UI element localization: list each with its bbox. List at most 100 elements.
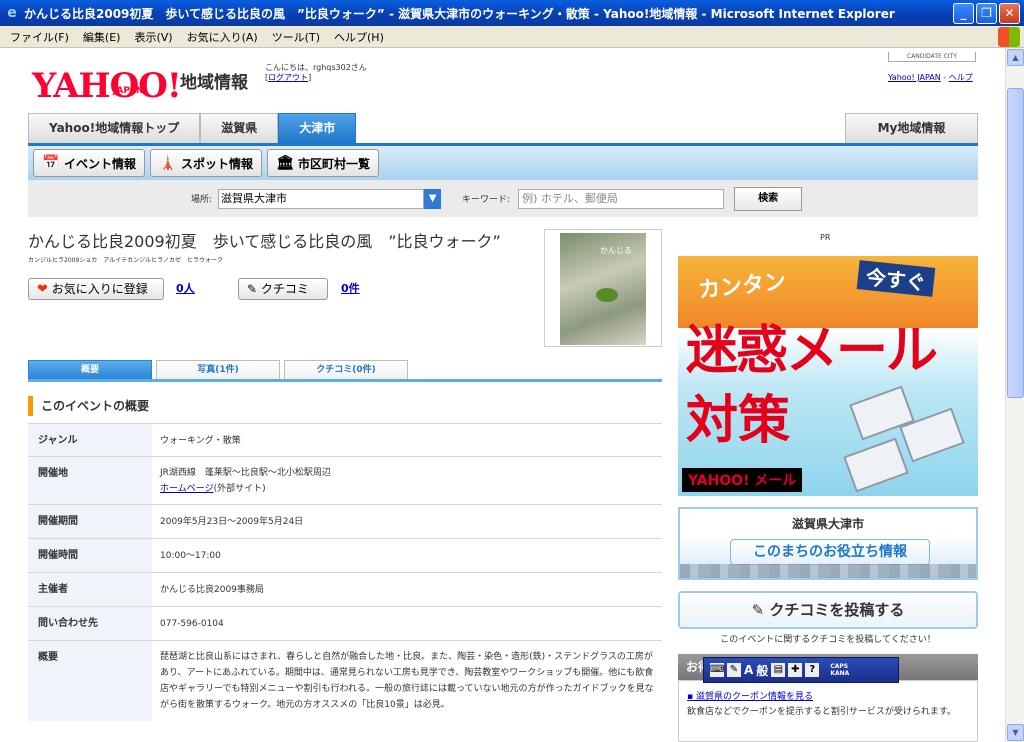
- kuchikomi-button[interactable]: ✎ クチコミ: [238, 278, 328, 300]
- breadcrumb-top[interactable]: Yahoo!地域情報トップ: [28, 113, 201, 143]
- municipality-list-button[interactable]: 🏛 市区町村一覧: [267, 149, 380, 177]
- yahoo-japan-link[interactable]: Yahoo! JAPAN: [888, 73, 941, 82]
- maximize-button[interactable]: ❐: [976, 2, 997, 24]
- ime-pad-icon[interactable]: ✎: [727, 663, 741, 677]
- event-info-button[interactable]: 📅 イベント情報: [33, 149, 146, 177]
- chevron-down-icon[interactable]: ▼: [424, 188, 442, 209]
- banner-line-2: 今すぐ: [856, 260, 936, 297]
- table-row: 主催者 かんじる比良2009事務局: [28, 573, 662, 607]
- tools-icon[interactable]: ✚: [788, 663, 803, 677]
- coupon-link[interactable]: ▪ 滋賀県のクーポン情報を見る: [687, 689, 813, 702]
- ime-toolbar[interactable]: ⌨ ✎ A 般 ▤ ✚ ? CAPS KANA: [703, 657, 899, 683]
- table-row: 概要 琵琶湖と比良山系にはさまれ、春らしと自然が融合した地・比良。また、陶芸・染…: [28, 641, 662, 721]
- city-info-box: 滋賀県大津市 このまちのお役立ち情報: [678, 507, 978, 580]
- spam-mail-banner[interactable]: カンタン 今すぐ 迷惑メール 対策 YAHOO! メール: [678, 256, 978, 496]
- ie-icon: e: [7, 5, 17, 21]
- city-title: 滋賀県大津市: [791, 517, 864, 531]
- dictionary-icon[interactable]: ▤: [771, 663, 786, 677]
- user-greeting: こんにちは、rghqs302さん [ログアウト]: [265, 63, 367, 82]
- deals-box: ▪ 滋賀県のクーポン情報を見る 飲食店などでクーポンを提示すると割引サービスが受…: [678, 680, 978, 742]
- yahoo-logo-sub: JAPAN: [113, 86, 144, 96]
- help-link[interactable]: ヘルプ: [949, 73, 973, 82]
- close-button[interactable]: ✕: [999, 2, 1020, 24]
- keyword-label: キーワード:: [462, 195, 511, 205]
- post-kuchikomi-button[interactable]: ✎ クチコミを投稿する: [678, 591, 978, 629]
- poster-text: かんじる: [600, 246, 632, 255]
- event-title: かんじる比良2009初夏 歩いて感じる比良の風 ”比良ウォーク”: [28, 232, 501, 251]
- detail-value: 10:00〜17:00: [160, 551, 221, 561]
- tab-kuchikomi[interactable]: クチコミ(0件): [284, 360, 408, 380]
- page-viewport: CANDIDATE CITY YAHOO! JAPAN 地域情報 こんにちは、r…: [0, 48, 1005, 742]
- favorite-count-link[interactable]: 0人: [176, 280, 195, 296]
- scroll-up-arrow[interactable]: ▲: [1007, 49, 1024, 66]
- vertical-scrollbar[interactable]: ▲ ▼: [1005, 48, 1024, 742]
- detail-value: ウォーキング・散策: [160, 436, 241, 446]
- ime-input-mode[interactable]: A: [744, 663, 753, 677]
- menu-bar: ファイル(F) 編集(E) 表示(V) お気に入り(A) ツール(T) ヘルプ(…: [0, 26, 1024, 48]
- detail-value: 2009年5月23日〜2009年5月24日: [160, 517, 304, 527]
- menu-tools[interactable]: ツール(T): [272, 29, 320, 45]
- caps-kana-indicator: CAPS KANA: [830, 663, 849, 677]
- menu-help[interactable]: ヘルプ(H): [334, 29, 384, 45]
- menu-file[interactable]: ファイル(F): [10, 29, 69, 45]
- breadcrumb-otsu[interactable]: 大津市: [278, 113, 357, 143]
- my-region-tab[interactable]: My地域情報: [845, 113, 978, 143]
- building-icon: 🏛: [276, 155, 294, 171]
- poster-image: かんじる: [560, 233, 646, 345]
- detail-key: 開催地: [28, 457, 152, 504]
- help-icon[interactable]: ?: [805, 663, 820, 677]
- window-title: かんじる比良2009初夏 歩いて感じる比良の風 ”比良ウォーク” - 滋賀県大津…: [24, 6, 895, 21]
- event-tabs: 概要 写真(1件) クチコミ(0件): [28, 360, 408, 380]
- envelope-icon: [843, 437, 909, 493]
- city-useful-info-button[interactable]: このまちのお役立ち情報: [730, 539, 930, 565]
- table-row: 問い合わせ先 077-596-0104: [28, 607, 662, 641]
- caps-indicator: CAPS: [830, 663, 849, 670]
- event-poster[interactable]: かんじる: [544, 229, 662, 347]
- venue-text: JR湖西線 蓬莱駅〜比良駅〜北小松駅周辺: [160, 468, 331, 478]
- table-row: 開催時間 10:00〜17:00: [28, 539, 662, 573]
- place-label: 場所:: [191, 195, 213, 205]
- search-button[interactable]: 検索: [734, 186, 803, 211]
- add-favorite-button[interactable]: ❤ お気に入りに登録: [28, 278, 164, 300]
- menu-view[interactable]: 表示(V): [134, 29, 172, 45]
- homepage-link[interactable]: ホームページ: [160, 484, 214, 494]
- add-favorite-label: お気に入りに登録: [51, 282, 148, 296]
- post-kuchikomi-note: このイベントに関するクチコミを投稿してください！: [720, 635, 936, 645]
- candidate-city-tab[interactable]: CANDIDATE CITY: [888, 52, 976, 62]
- detail-value: JR湖西線 蓬莱駅〜比良駅〜北小松駅周辺 ホームページ(外部サイト): [152, 457, 662, 504]
- kuchikomi-count-link[interactable]: 0件: [341, 280, 360, 296]
- post-kuchikomi-label: クチコミを投稿する: [769, 601, 905, 619]
- tab-overview[interactable]: 概要: [28, 360, 152, 380]
- detail-key: 問い合わせ先: [28, 607, 152, 640]
- menu-favorites[interactable]: お気に入り(A): [187, 29, 258, 45]
- tab-underline: [28, 379, 662, 382]
- detail-key: 概要: [28, 641, 152, 721]
- tower-icon: 🗼: [159, 155, 177, 171]
- menu-edit[interactable]: 編集(E): [83, 29, 121, 45]
- place-select[interactable]: 滋賀県大津市 ▼: [218, 188, 442, 209]
- keyboard-icon[interactable]: ⌨: [710, 663, 724, 677]
- keyword-input[interactable]: 例) ホテル、郵便局: [518, 188, 725, 209]
- detail-value: かんじる比良2009事務局: [160, 585, 264, 595]
- event-details-table: ジャンル ウォーキング・散策 開催地 JR湖西線 蓬莱駅〜比良駅〜北小松駅周辺 …: [28, 423, 662, 721]
- yahoo-logo[interactable]: YAHOO!: [32, 66, 182, 106]
- detail-key: ジャンル: [28, 424, 152, 456]
- detail-key: 開催時間: [28, 539, 152, 572]
- tab-photos[interactable]: 写真(1件): [156, 360, 280, 380]
- spot-info-button[interactable]: 🗼 スポット情報: [150, 149, 263, 177]
- scroll-down-arrow[interactable]: ▼: [1007, 724, 1024, 741]
- minimize-button[interactable]: _: [953, 2, 974, 24]
- banner-line-4: 対策: [686, 391, 791, 451]
- breadcrumb-shiga[interactable]: 滋賀県: [200, 113, 279, 143]
- event-info-label: イベント情報: [64, 156, 137, 171]
- top-links: Yahoo! JAPAN - ヘルプ: [888, 73, 973, 82]
- city-skyline-image: [680, 564, 976, 578]
- banner-line-1: カンタン: [697, 269, 788, 304]
- sub-navigation: 📅 イベント情報 🗼 スポット情報 🏛 市区町村一覧: [28, 143, 978, 180]
- heart-icon: ❤: [37, 282, 48, 297]
- ime-conversion-mode[interactable]: 般: [756, 662, 768, 679]
- external-site-note: (外部サイト): [213, 484, 266, 494]
- logout-link[interactable]: ログアウト: [268, 73, 308, 82]
- detail-value: 琵琶湖と比良山系にはさまれ、春らしと自然が融合した地・比良。また、陶芸・染色・造…: [160, 652, 654, 710]
- scroll-thumb[interactable]: [1007, 88, 1024, 398]
